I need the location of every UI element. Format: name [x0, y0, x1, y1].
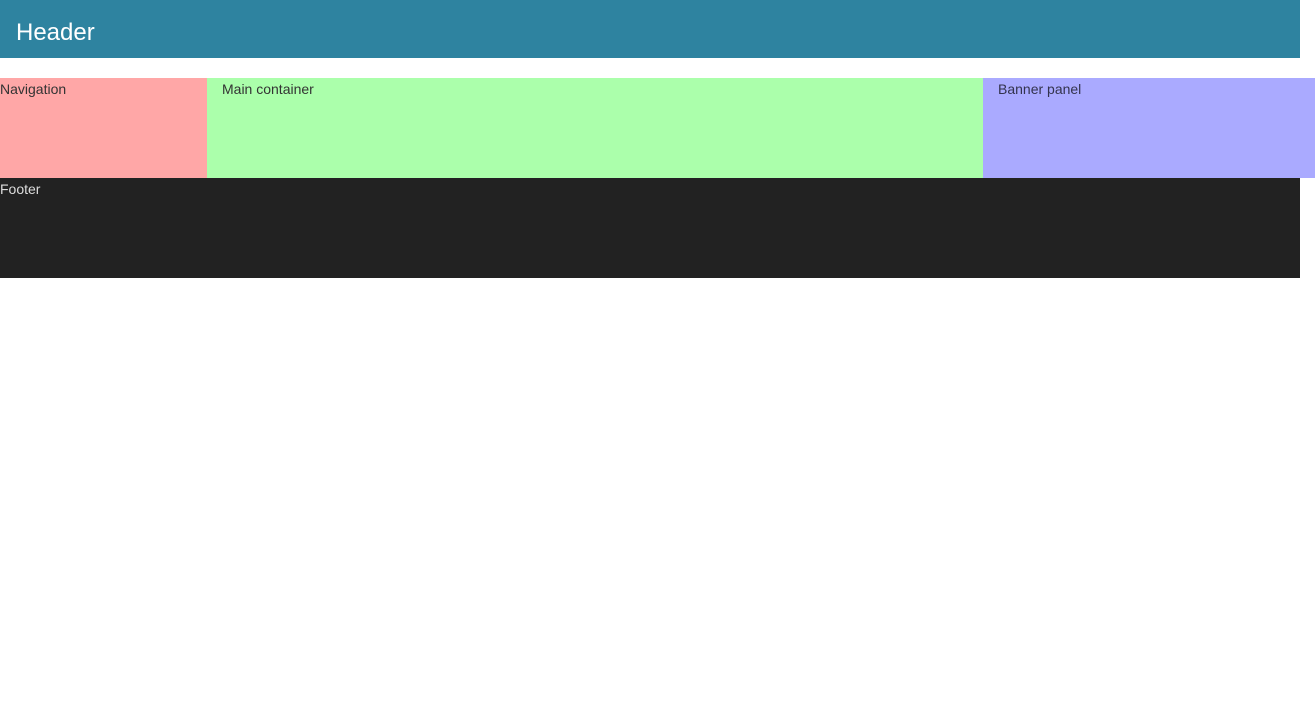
main-container-label: Main container	[222, 81, 314, 97]
header-title: Header	[16, 19, 95, 46]
navigation-panel: Navigation	[0, 78, 207, 178]
banner-panel-label: Banner panel	[998, 81, 1082, 97]
page: Header Navigation Main container Banner …	[0, 0, 1315, 714]
footer-label: Footer	[0, 181, 41, 197]
navigation-label: Navigation	[0, 81, 67, 97]
header: Header	[0, 0, 1300, 58]
banner-panel: Banner panel	[983, 78, 1315, 178]
footer: Footer	[0, 178, 1300, 278]
main-container: Main container	[207, 78, 983, 178]
content-row: Navigation Main container Banner panel	[0, 78, 1315, 178]
